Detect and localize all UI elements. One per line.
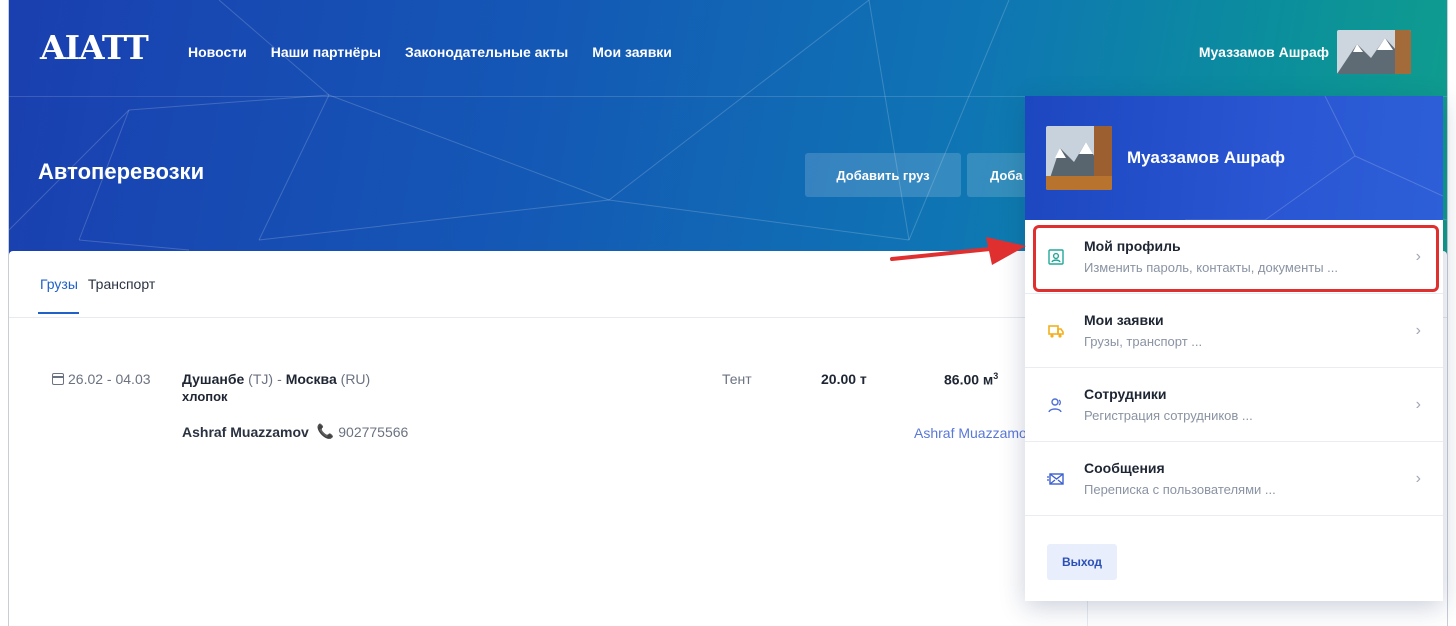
contact: Ashraf Muazzamov 📞 902775566: [182, 423, 408, 440]
chevron-right-icon: ›: [1415, 322, 1421, 339]
owner-link[interactable]: Ashraf Muazzamov: [914, 425, 1034, 441]
add-cargo-button[interactable]: Добавить груз: [805, 153, 961, 197]
nav-news[interactable]: Новости: [188, 44, 247, 60]
chevron-right-icon: ›: [1415, 470, 1421, 487]
tabs: Грузы Транспорт: [40, 276, 165, 292]
highlight-box: [1033, 225, 1439, 292]
user-menu-toggle[interactable]: Муаззамов Ашраф: [1199, 30, 1411, 74]
envelope-icon: [1047, 473, 1064, 485]
date-range: 26.02 - 04.03: [52, 371, 151, 387]
route: Душанбе (TJ) - Москва (RU): [182, 371, 371, 387]
dropdown-header: Муаззамов Ашраф: [1025, 96, 1443, 220]
nav-legislation[interactable]: Законодательные акты: [405, 44, 568, 60]
menu-item-employees[interactable]: Сотрудники Регистрация сотрудников ... ›: [1025, 368, 1443, 442]
dropdown-user-name: Муаззамов Ашраф: [1127, 148, 1286, 167]
chevron-right-icon: ›: [1415, 396, 1421, 413]
truck-icon: [1048, 325, 1064, 338]
tab-transport[interactable]: Транспорт: [88, 276, 155, 292]
nav-partners[interactable]: Наши партнёры: [271, 44, 381, 60]
cargo-name: хлопок: [182, 389, 228, 404]
user-dropdown-menu: Муаззамов Ашраф Мой профиль Изменить пар…: [1025, 96, 1443, 601]
tab-cargo[interactable]: Грузы: [40, 276, 78, 292]
volume: 86.00 м3: [944, 371, 999, 388]
page-title: Автоперевозки: [38, 159, 205, 184]
logout-button[interactable]: Выход: [1047, 544, 1117, 580]
body-type: Тент: [722, 371, 752, 387]
menu-item-my-requests[interactable]: Мои заявки Грузы, транспорт ... ›: [1025, 294, 1443, 368]
avatar[interactable]: [1337, 30, 1411, 74]
logo[interactable]: AIATT: [40, 28, 149, 67]
nav-my-requests[interactable]: Мои заявки: [592, 44, 672, 60]
active-tab-indicator: [38, 312, 79, 314]
menu-item-messages[interactable]: Сообщения Переписка с пользователями ...…: [1025, 442, 1443, 516]
calendar-icon: [52, 373, 64, 385]
pointer-arrow-icon: [890, 237, 1026, 265]
contact-name: Ashraf Muazzamov: [182, 423, 309, 440]
main-nav: Новости Наши партнёры Законодательные ак…: [188, 44, 696, 60]
phone-number[interactable]: 902775566: [338, 424, 408, 440]
user-name: Муаззамов Ашраф: [1198, 44, 1329, 60]
users-icon: [1048, 398, 1062, 413]
phone-icon: 📞: [316, 423, 335, 439]
weight: 20.00 т: [821, 371, 867, 387]
dropdown-avatar: [1046, 126, 1112, 190]
